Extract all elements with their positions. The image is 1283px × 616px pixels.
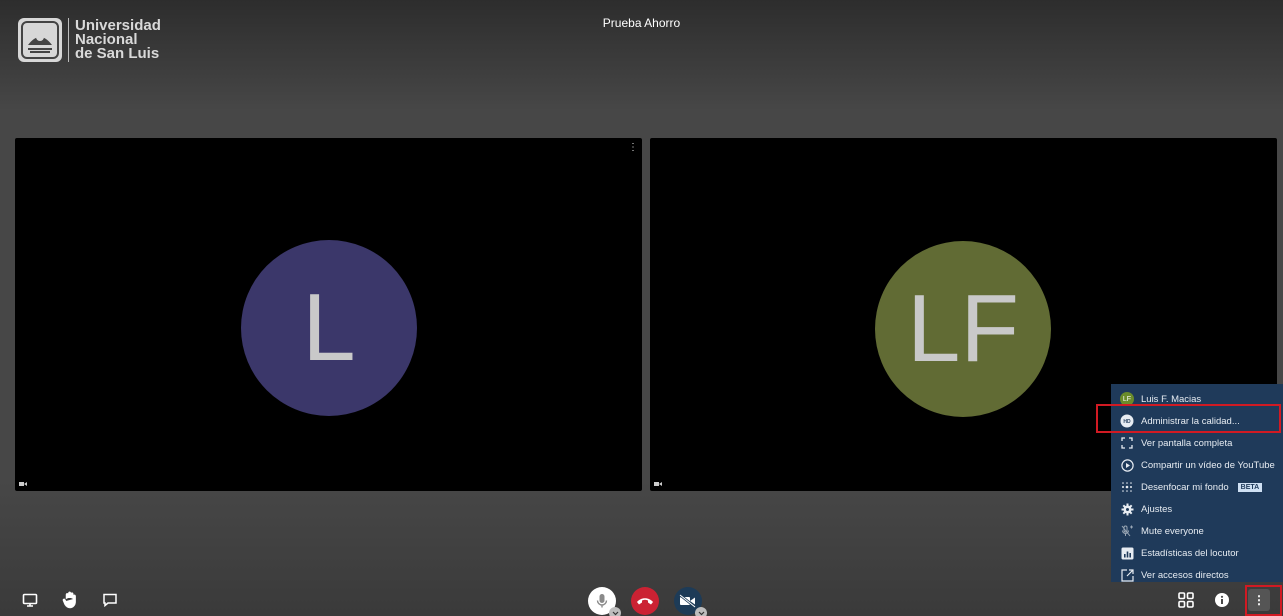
shortcut-icon [1120, 568, 1134, 582]
menu-item-settings[interactable]: Ajustes [1111, 498, 1283, 520]
toolbar-center [588, 587, 707, 616]
mute-everyone-icon [1120, 524, 1134, 538]
participant-initials-1: L [302, 274, 356, 381]
menu-item-label: Ajustes [1141, 503, 1173, 515]
stats-icon [1120, 546, 1134, 560]
more-vertical-icon: ⋮ [1253, 593, 1265, 607]
camera-off-icon [19, 482, 27, 486]
toolbar-left [20, 590, 120, 610]
toolbar-right: ⋮ [1176, 589, 1270, 611]
chevron-down-icon[interactable] [609, 607, 621, 616]
participant-avatar-1: L [241, 240, 417, 416]
menu-item-share-youtube[interactable]: Compartir un vídeo de YouTube [1111, 454, 1283, 476]
menu-item-label: Ver accesos directos [1141, 569, 1229, 581]
camera-off-icon [679, 594, 696, 608]
gear-icon [1120, 502, 1134, 516]
fullscreen-icon [1120, 436, 1134, 450]
raise-hand-icon[interactable] [60, 590, 80, 610]
menu-item-label: Mute everyone [1141, 525, 1204, 537]
highlight-manage-quality [1096, 404, 1281, 433]
camera-off-icon [654, 482, 662, 486]
blur-icon [1120, 480, 1134, 494]
participant-tile-1[interactable]: L ⋮ [15, 138, 642, 491]
microphone-icon [596, 594, 608, 608]
tile-view-icon[interactable] [1176, 590, 1196, 610]
menu-item-label: Estadísticas del locutor [1141, 547, 1239, 559]
more-actions-button[interactable]: ⋮ [1248, 589, 1270, 611]
hangup-phone-icon [637, 598, 653, 605]
play-circle-icon [1120, 458, 1134, 472]
menu-item-speaker-stats[interactable]: Estadísticas del locutor [1111, 542, 1283, 564]
chat-icon[interactable] [100, 590, 120, 610]
menu-item-mute-everyone[interactable]: Mute everyone [1111, 520, 1283, 542]
menu-item-label: Ver pantalla completa [1141, 437, 1233, 449]
logo-line-3: de San Luis [75, 45, 160, 62]
microphone-button[interactable] [588, 587, 621, 616]
chevron-down-icon[interactable] [695, 607, 707, 616]
screen-share-icon[interactable] [20, 590, 40, 610]
hangup-button[interactable] [631, 587, 659, 615]
meeting-title: Prueba Ahorro [602, 16, 681, 30]
info-icon[interactable] [1212, 590, 1232, 610]
participant-avatar-2: LF [875, 241, 1051, 417]
menu-item-blur-background[interactable]: Desenfocar mi fondo BETA [1111, 476, 1283, 498]
tile-more-icon[interactable]: ⋮ [628, 142, 638, 153]
menu-item-label: Desenfocar mi fondo [1141, 481, 1229, 493]
menu-item-label: Luis F. Macias [1141, 393, 1202, 405]
menu-item-label: Compartir un vídeo de YouTube [1141, 459, 1275, 471]
beta-badge: BETA [1237, 482, 1263, 492]
menu-item-fullscreen[interactable]: Ver pantalla completa [1111, 432, 1283, 454]
camera-button[interactable] [674, 587, 707, 616]
menu-item-shortcuts[interactable]: Ver accesos directos [1111, 564, 1283, 586]
participant-initials-2: LF [906, 275, 1020, 382]
